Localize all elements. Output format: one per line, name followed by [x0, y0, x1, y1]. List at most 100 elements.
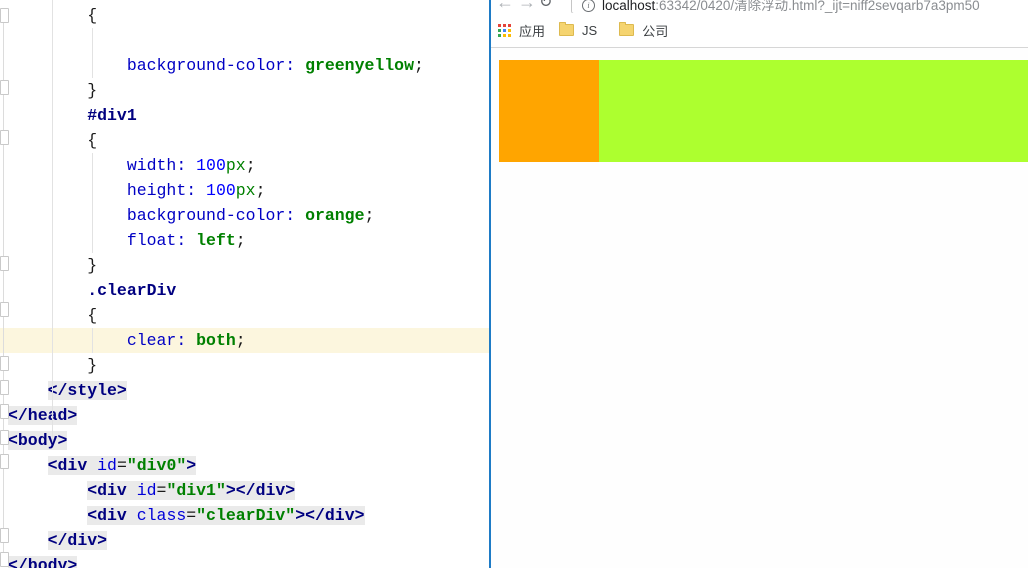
apps-shortcut[interactable]: 应用 — [498, 21, 545, 40]
code-line[interactable]: width: 100px; — [0, 153, 489, 178]
bookmark-label: JS — [582, 22, 598, 38]
fold-marker-icon[interactable] — [0, 430, 9, 445]
css-fragment: } — [87, 81, 97, 100]
fold-marker-icon[interactable] — [0, 130, 9, 145]
address-bar[interactable]: i localhost:63342/0420/清除浮动.html?_ijt=ni… — [571, 0, 1028, 13]
forward-arrow-icon[interactable]: → — [518, 0, 536, 11]
code-token: <div — [87, 506, 137, 525]
site-info-icon[interactable]: i — [582, 0, 595, 12]
html-fragment: <div id="div1"></div> — [87, 481, 296, 500]
code-line[interactable]: <div id="div0"> — [0, 453, 489, 478]
code-token: orange — [305, 206, 365, 225]
code-line[interactable]: } — [0, 353, 489, 378]
code-token: #div1 — [87, 106, 137, 125]
code-token: "clearDiv" — [196, 506, 296, 525]
url-path: :63342/0420/清除浮动.html?_ijt=niff2sevqarb7… — [655, 0, 980, 13]
code-line[interactable]: </style> — [0, 378, 489, 403]
page-viewport — [491, 48, 1028, 568]
code-line[interactable]: </body> — [0, 553, 489, 568]
code-token: ; — [235, 231, 246, 250]
code-token: > — [186, 456, 197, 475]
back-arrow-icon[interactable]: ← — [496, 0, 514, 11]
code-line[interactable]: <div id="div1"></div> — [0, 478, 489, 503]
code-token: </div> — [305, 506, 365, 525]
code-token: { — [87, 306, 98, 325]
fold-marker-icon[interactable] — [0, 404, 9, 419]
folder-icon — [619, 22, 635, 36]
code-token: width: — [126, 156, 187, 175]
fold-rail — [0, 0, 9, 568]
code-token: > — [295, 506, 306, 525]
code-token: = — [186, 506, 197, 525]
fold-marker-icon[interactable] — [0, 552, 9, 567]
code-line[interactable]: { — [0, 3, 489, 28]
fold-marker-icon[interactable] — [0, 528, 9, 543]
html-fragment: <div class="clearDiv"></div> — [87, 506, 365, 525]
code-line-current[interactable]: clear: both; — [0, 328, 489, 353]
code-lines: { background-color: greenyellow; } #div1… — [0, 3, 489, 568]
code-line[interactable] — [0, 28, 489, 53]
code-line[interactable]: } — [0, 253, 489, 278]
css-fragment: .clearDiv — [87, 281, 176, 300]
code-token: 100 — [196, 156, 226, 175]
code-token: } — [87, 256, 98, 275]
code-editor[interactable]: { background-color: greenyellow; } #div1… — [0, 0, 489, 568]
code-token: px — [235, 181, 256, 200]
bookmark-folder-company[interactable]: 公司 — [619, 21, 668, 40]
code-line[interactable]: </head> — [0, 403, 489, 428]
bookmark-label: 应用 — [519, 23, 546, 39]
code-line[interactable]: <body> — [0, 428, 489, 453]
code-line[interactable]: </div> — [0, 528, 489, 553]
css-fragment: { — [87, 6, 97, 25]
fold-marker-icon[interactable] — [0, 454, 9, 469]
css-fragment: background-color: greenyellow; — [127, 56, 424, 75]
fold-marker-icon[interactable] — [0, 8, 9, 23]
code-line[interactable]: } — [0, 78, 489, 103]
bookmark-folder-js[interactable]: JS — [559, 22, 598, 38]
url-text: localhost:63342/0420/清除浮动.html?_ijt=niff… — [602, 0, 1028, 13]
code-token: <div — [87, 481, 137, 500]
fold-marker-icon[interactable] — [0, 356, 9, 371]
css-fragment: width: 100px; — [127, 156, 256, 175]
css-fragment: background-color: orange; — [127, 206, 375, 225]
code-token: ; — [364, 206, 375, 225]
fold-marker-icon[interactable] — [0, 302, 9, 317]
code-token: ; — [245, 156, 256, 175]
code-token: height: — [126, 181, 197, 200]
fold-marker-icon[interactable] — [0, 380, 9, 395]
fold-marker-icon[interactable] — [0, 256, 9, 271]
code-line[interactable]: .clearDiv — [0, 278, 489, 303]
screen: { background-color: greenyellow; } #div1… — [0, 0, 1028, 568]
code-line[interactable]: <div class="clearDiv"></div> — [0, 503, 489, 528]
css-fragment: { — [87, 306, 97, 325]
code-token: { — [87, 6, 98, 25]
code-line[interactable]: height: 100px; — [0, 178, 489, 203]
code-token: id — [97, 456, 117, 475]
code-line[interactable]: #div1 — [0, 103, 489, 128]
code-line[interactable]: float: left; — [0, 228, 489, 253]
html-fragment: <div id="div0"> — [47, 456, 197, 475]
code-line[interactable]: background-color: orange; — [0, 203, 489, 228]
bookmark-label: 公司 — [642, 23, 669, 39]
html-fragment: </div> — [47, 531, 108, 550]
reload-icon[interactable]: ↻ — [539, 0, 552, 12]
code-line[interactable]: background-color: greenyellow; — [0, 53, 489, 78]
fold-marker-icon[interactable] — [0, 80, 9, 95]
css-fragment: clear: both; — [127, 331, 246, 350]
code-line[interactable]: { — [0, 128, 489, 153]
url-host: localhost — [602, 0, 656, 13]
code-line[interactable]: { — [0, 303, 489, 328]
folder-icon — [559, 22, 575, 36]
